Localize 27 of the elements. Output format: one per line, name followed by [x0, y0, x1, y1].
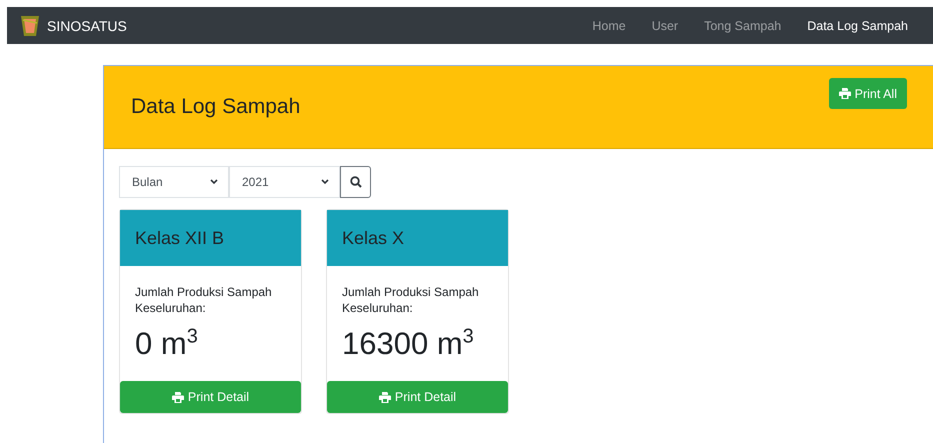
logo-icon	[19, 14, 41, 36]
class-name: Kelas X	[342, 228, 404, 248]
select-value: Bulan	[132, 175, 163, 189]
chevron-down-icon	[321, 179, 329, 185]
select-value: 2021	[242, 175, 269, 189]
printer-icon	[172, 392, 184, 402]
class-name: Kelas XII B	[135, 228, 224, 248]
search-button[interactable]	[340, 166, 371, 198]
production-value: 0 m$^{3}$	[135, 326, 199, 362]
production-label: Jumlah Produksi Sampah Keseluruhan:	[135, 284, 273, 316]
nav-link[interactable]: Data Log Sampah	[794, 18, 921, 32]
year-select[interactable]: 2021	[229, 166, 340, 198]
nav-link[interactable]: Home	[579, 18, 639, 32]
printer-icon	[378, 392, 391, 402]
production-label: Jumlah Produksi Sampah Keseluruhan:	[342, 284, 480, 316]
nav-link[interactable]: User	[638, 18, 692, 32]
print-detail-button[interactable]: Print Detail	[120, 381, 301, 413]
nav-link[interactable]: Tong Sampah	[691, 18, 794, 32]
print-all-button[interactable]: Print All	[828, 78, 907, 109]
print-detail-button[interactable]: Print Detail	[327, 381, 508, 413]
month-select[interactable]: Bulan	[119, 166, 229, 198]
brand-name[interactable]: SINOSATUS	[47, 18, 127, 34]
page-title: Data Log Sampah	[131, 95, 300, 119]
chevron-down-icon	[210, 179, 218, 185]
printer-icon	[838, 88, 851, 99]
search-icon	[350, 176, 362, 188]
production-value: 16300 m$^{3}$	[342, 326, 475, 362]
